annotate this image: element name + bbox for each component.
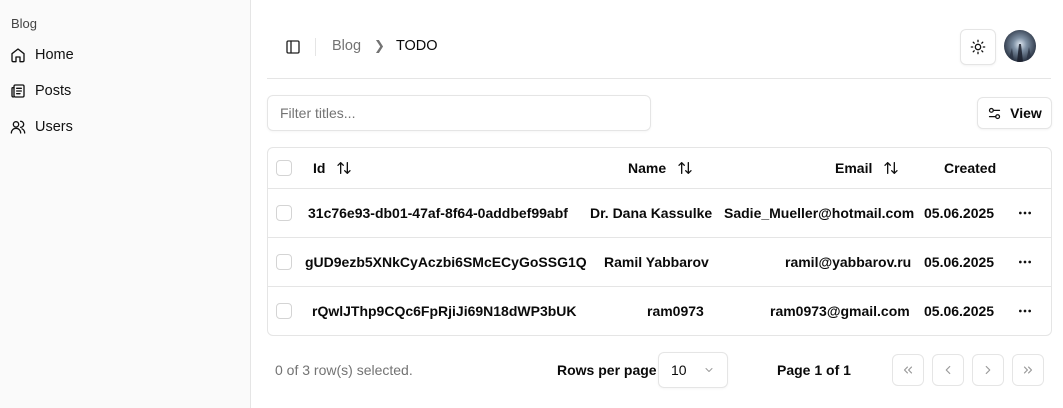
row-checkbox[interactable] <box>276 303 292 319</box>
select-all-checkbox[interactable] <box>276 160 292 176</box>
rows-per-page-value: 10 <box>671 362 687 378</box>
page-info: Page 1 of 1 <box>777 362 851 378</box>
column-header-label: Name <box>628 160 667 176</box>
view-options-button[interactable]: View <box>977 97 1052 129</box>
row-checkbox[interactable] <box>276 254 292 270</box>
cell-id: gUD9ezb5XNkCyAczbi6SMcECyGoSSG1Q <box>305 254 587 270</box>
first-page-button[interactable] <box>892 354 924 386</box>
cell-id: 31c76e93-db01-47af-8f64-0addbef99abf <box>308 205 568 221</box>
sort-arrows-icon <box>337 162 352 174</box>
header-separator <box>315 38 316 56</box>
row-actions-button[interactable] <box>1013 250 1037 274</box>
row-select-cell <box>276 189 292 237</box>
theme-toggle-button[interactable] <box>960 29 996 65</box>
row-actions-cell <box>1013 238 1037 286</box>
chevron-right-icon: ❯ <box>374 38 385 53</box>
sliders-icon <box>989 107 1001 119</box>
sidebar-toggle-icon[interactable] <box>285 39 301 55</box>
users-icon <box>10 120 26 134</box>
cell-name: ram0973 <box>647 303 704 319</box>
more-horizontal-icon <box>1019 211 1031 215</box>
select-all-cell <box>276 148 292 188</box>
row-actions-cell <box>1013 189 1037 237</box>
rows-per-page-select[interactable]: 10 <box>658 352 728 388</box>
sort-arrows-icon <box>678 162 692 174</box>
row-checkbox[interactable] <box>276 205 292 221</box>
sort-arrows-icon <box>884 162 899 174</box>
cell-email: ram0973@gmail.com <box>770 303 910 319</box>
view-button-label: View <box>1010 105 1042 121</box>
filter-titles-input[interactable] <box>267 95 651 131</box>
chevron-right-icon <box>985 365 991 375</box>
cell-id: rQwlJThp9CQc6FpRjiJi69N18dWP3bUK <box>312 303 577 319</box>
column-header-created: Created <box>944 148 996 188</box>
table-row[interactable]: 31c76e93-db01-47af-8f64-0addbef99abf Dr.… <box>268 189 1051 238</box>
column-header-name[interactable]: Name <box>628 148 693 188</box>
column-header-id[interactable]: Id <box>313 148 352 188</box>
chevron-left-icon <box>945 365 951 375</box>
cell-created: 05.06.2025 <box>924 205 995 221</box>
home-icon <box>11 48 25 63</box>
table-header-row: Id Name Email Created <box>268 148 1051 189</box>
breadcrumb-current-page: TODO <box>395 38 438 54</box>
table-row[interactable]: gUD9ezb5XNkCyAczbi6SMcECyGoSSG1Q Ramil Y… <box>268 238 1051 287</box>
last-page-button[interactable] <box>1012 354 1044 386</box>
main-content: Blog ❯ TODO View <box>251 0 1063 408</box>
more-horizontal-icon <box>1019 260 1031 264</box>
cell-created: 05.06.2025 <box>924 303 995 319</box>
sidebar-item-posts[interactable]: Posts <box>10 78 71 104</box>
column-header-label: Email <box>835 160 873 176</box>
column-header-email[interactable]: Email <box>835 148 899 188</box>
sidebar-item-label: Posts <box>35 83 72 99</box>
chevrons-right-icon <box>1023 366 1033 374</box>
posts-icon <box>11 84 25 98</box>
sidebar-item-users[interactable]: Users <box>10 114 73 140</box>
selection-status: 0 of 3 row(s) selected. <box>275 362 413 378</box>
row-actions-cell <box>1013 287 1037 335</box>
sidebar-item-label: Users <box>35 119 73 135</box>
sidebar-group-label: Blog <box>11 16 38 31</box>
sidebar: Blog Home Posts Users <box>0 0 251 408</box>
column-header-label: Id <box>313 160 326 176</box>
cell-name: Dr. Dana Kassulke <box>590 205 713 221</box>
row-select-cell <box>276 287 292 335</box>
sidebar-item-home[interactable]: Home <box>10 42 74 68</box>
next-page-button[interactable] <box>972 354 1004 386</box>
row-select-cell <box>276 238 292 286</box>
column-header-label: Created <box>944 160 997 176</box>
chevrons-left-icon <box>903 366 913 374</box>
cell-email: ramil@yabbarov.ru <box>785 254 912 270</box>
avatar-image <box>1004 30 1036 62</box>
previous-page-button[interactable] <box>932 354 964 386</box>
breadcrumb-link-blog[interactable]: Blog <box>332 38 361 54</box>
cell-created: 05.06.2025 <box>924 254 995 270</box>
breadcrumb: Blog ❯ TODO <box>332 38 438 54</box>
row-actions-button[interactable] <box>1013 201 1037 225</box>
table-row[interactable]: rQwlJThp9CQc6FpRjiJi69N18dWP3bUK ram0973… <box>268 287 1051 335</box>
row-actions-button[interactable] <box>1013 299 1037 323</box>
more-horizontal-icon <box>1019 309 1031 313</box>
chevron-down-icon <box>705 368 713 372</box>
data-table: Id Name Email Created 31c76e93-db01-47af… <box>267 147 1052 336</box>
cell-name: Ramil Yabbarov <box>604 254 709 270</box>
rows-per-page-label: Rows per page <box>557 362 657 378</box>
avatar[interactable] <box>1004 30 1036 62</box>
cell-email: Sadie_Mueller@hotmail.com <box>724 205 915 221</box>
sidebar-item-label: Home <box>35 47 74 63</box>
sun-icon <box>970 39 986 55</box>
